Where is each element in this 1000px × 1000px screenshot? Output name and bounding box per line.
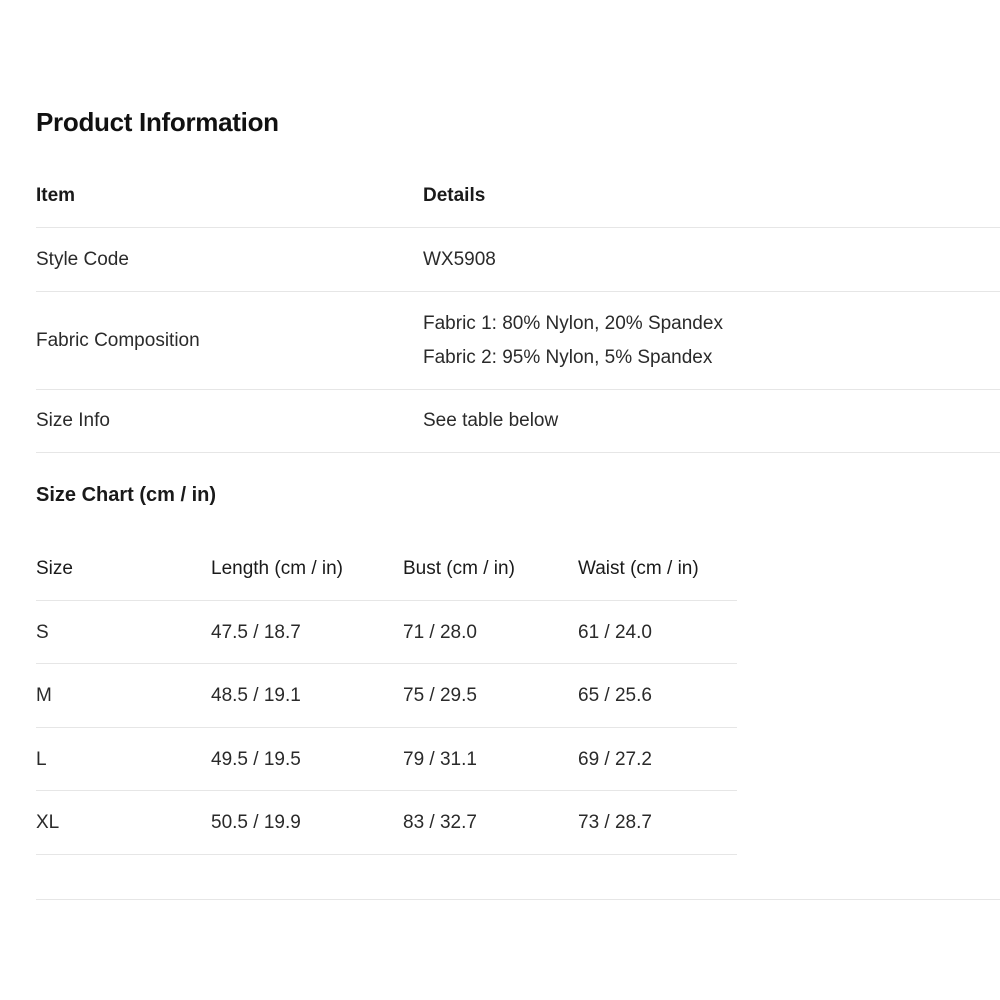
fabric-line-2: Fabric 2: 95% Nylon, 5% Spandex — [423, 347, 713, 368]
size-row-m: M 48.5 / 19.1 75 / 29.5 65 / 25.6 — [36, 664, 737, 728]
page-title: Product Information — [36, 107, 279, 137]
info-label-fabric-composition: Fabric Composition — [36, 330, 200, 351]
size-cell-length: 50.5 / 19.9 — [211, 812, 301, 833]
size-cell-waist: 65 / 25.6 — [578, 685, 652, 706]
size-chart-table: Size Length (cm / in) Bust (cm / in) Wai… — [36, 537, 737, 855]
size-cell-bust: 79 / 31.1 — [403, 748, 477, 770]
size-cell-waist: 73 / 28.7 — [578, 812, 652, 833]
size-header-length: Length (cm / in) — [211, 558, 343, 579]
bottom-divider — [36, 899, 1000, 900]
size-chart-title: Size Chart (cm / in) — [36, 484, 217, 506]
info-header-item: Item — [36, 185, 76, 206]
size-cell-bust: 75 / 29.5 — [403, 685, 477, 706]
info-label-size-info: Size Info — [36, 410, 110, 431]
info-header-details: Details — [423, 185, 486, 206]
size-row-xl: XL 50.5 / 19.9 83 / 32.7 73 / 28.7 — [36, 791, 737, 855]
info-row-fabric-composition: Fabric Composition Fabric 1: 80% Nylon, … — [36, 292, 1000, 390]
size-header-bust: Bust (cm / in) — [403, 558, 515, 579]
size-cell-length: 49.5 / 19.5 — [211, 748, 301, 770]
size-cell-length: 47.5 / 18.7 — [211, 621, 301, 643]
info-label-style-code: Style Code — [36, 249, 129, 270]
size-chart-header-row: Size Length (cm / in) Bust (cm / in) Wai… — [36, 537, 737, 601]
size-cell-bust: 83 / 32.7 — [403, 812, 477, 833]
size-cell-size: M — [36, 685, 52, 706]
info-row-size-info: Size Info See table below — [36, 390, 1000, 453]
size-cell-waist: 61 / 24.0 — [578, 621, 652, 643]
info-value-fabric-composition: Fabric 1: 80% Nylon, 20% Spandex Fabric … — [423, 307, 723, 375]
size-row-s: S 47.5 / 18.7 71 / 28.0 61 / 24.0 — [36, 601, 737, 664]
size-cell-size: XL — [36, 812, 60, 833]
size-header-size: Size — [36, 558, 73, 579]
size-header-waist: Waist (cm / in) — [578, 558, 699, 579]
info-row-style-code: Style Code WX5908 — [36, 228, 1000, 292]
size-row-l: L 49.5 / 19.5 79 / 31.1 69 / 27.2 — [36, 728, 737, 791]
size-cell-waist: 69 / 27.2 — [578, 748, 652, 770]
info-header-row: Item Details — [36, 165, 1000, 228]
info-value-style-code: WX5908 — [423, 249, 496, 270]
size-cell-length: 48.5 / 19.1 — [211, 685, 301, 706]
size-cell-size: L — [36, 748, 47, 770]
fabric-line-1: Fabric 1: 80% Nylon, 20% Spandex — [423, 313, 723, 334]
product-info-table: Item Details Style Code WX5908 Fabric Co… — [36, 165, 1000, 453]
info-value-size-info: See table below — [423, 410, 559, 431]
size-cell-bust: 71 / 28.0 — [403, 621, 477, 643]
size-cell-size: S — [36, 621, 49, 643]
